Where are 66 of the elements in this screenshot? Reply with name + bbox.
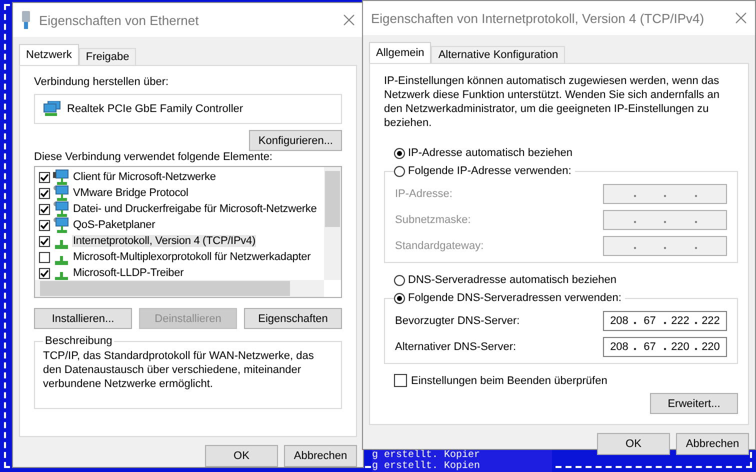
radio-label: Folgende IP-Adresse verwenden: bbox=[408, 165, 572, 177]
dialog-button[interactable]: OK bbox=[205, 445, 278, 467]
close-icon[interactable] bbox=[735, 12, 747, 24]
dialog-button[interactable]: Abbrechen bbox=[676, 433, 749, 455]
radio-button[interactable] bbox=[394, 166, 405, 176]
list-item[interactable]: Internetprotokoll, Version 4 (TCP/IPv4) bbox=[72, 235, 256, 247]
field-label: Standardgateway: bbox=[395, 240, 484, 252]
checkbox[interactable] bbox=[39, 188, 50, 198]
network-adapter-icon bbox=[43, 101, 61, 117]
checkbox[interactable] bbox=[39, 172, 50, 182]
tab[interactable]: Netzwerk bbox=[19, 44, 79, 65]
checkbox-label: Einstellungen beim Beenden überprüfen bbox=[411, 374, 608, 386]
checkbox[interactable] bbox=[39, 252, 50, 262]
console-text: g erstellt. Kopien bbox=[372, 461, 482, 472]
action-button[interactable]: Installieren... bbox=[34, 308, 132, 329]
field-label: IP-Adresse: bbox=[395, 188, 452, 200]
list-item[interactable]: Microsoft-LLDP-Treiber bbox=[72, 267, 185, 279]
tab[interactable]: Alternative Konfiguration bbox=[431, 46, 566, 63]
list-item[interactable]: Datei- und Druckerfreigabe für Microsoft-Netzwerke bbox=[72, 203, 318, 215]
radio-label: Folgende DNS-Serveradressen verwenden: bbox=[408, 292, 622, 304]
checkbox[interactable] bbox=[39, 204, 50, 214]
radio-label: DNS-Serveradresse automatisch beziehen bbox=[408, 274, 616, 286]
adapter-name: Realtek PCIe GbE Family Controller bbox=[67, 103, 244, 115]
ip-address-field[interactable]: 208 67 222 222 bbox=[603, 311, 727, 331]
list-item[interactable]: QoS-Paketplaner bbox=[72, 219, 156, 231]
action-button[interactable]: Eigenschaften bbox=[244, 308, 342, 329]
field-label: Alternativer DNS-Server: bbox=[395, 341, 516, 353]
vertical-scrollbar[interactable] bbox=[324, 167, 341, 280]
radio-label: IP-Adresse automatisch beziehen bbox=[408, 147, 572, 159]
section-label: Verbindung herstellen über: bbox=[34, 76, 170, 88]
radio-button[interactable] bbox=[394, 274, 405, 286]
intro-text: IP-Einstellungen können automatisch zugewiesen werden, wenn das Netzwerk diese Funktion unterstützt. Wenden Sie sich andernfalls an den Netzwerkadministrator, um die geeigneten IP-Einstellungen zu beziehen. bbox=[384, 74, 720, 130]
tab[interactable]: Allgemein bbox=[369, 42, 432, 63]
field-label: Bevorzugter DNS-Server: bbox=[395, 315, 520, 327]
description-text: TCP/IP, das Standardprotokoll für WAN-Netzwerke, das den Datenaustausch über verschiedene, miteinander verbundene Netzwerke ermöglicht. bbox=[43, 349, 315, 391]
checkbox[interactable] bbox=[39, 268, 50, 278]
configure-button[interactable]: Konfigurieren... bbox=[249, 130, 342, 151]
close-icon[interactable] bbox=[343, 14, 355, 26]
list-item[interactable]: Client für Microsoft-Netzwerke bbox=[72, 171, 217, 183]
network-service-icon bbox=[53, 185, 69, 201]
network-client-icon bbox=[53, 169, 69, 185]
window-title: Eigenschaften von Ethernet bbox=[39, 12, 200, 28]
section-label: Diese Verbindung verwendet folgende Elemente: bbox=[34, 151, 274, 163]
protocol-icon bbox=[54, 256, 68, 265]
dialog-button[interactable]: OK bbox=[597, 433, 670, 455]
field-label: Subnetzmaske: bbox=[395, 214, 471, 226]
radio-button[interactable] bbox=[394, 292, 405, 304]
console-text: g erstellt. Kopier bbox=[372, 450, 482, 461]
radio-button[interactable] bbox=[394, 148, 405, 158]
list-item[interactable]: Microsoft-Multiplexorprotokoll für Netzwerkadapter bbox=[72, 251, 312, 263]
ethernet-cable-icon bbox=[21, 11, 31, 29]
ip-address-field[interactable]: 208 67 220 220 bbox=[603, 337, 727, 357]
group-legend: Beschreibung bbox=[43, 335, 114, 347]
checkbox[interactable] bbox=[39, 236, 50, 246]
protocol-icon bbox=[54, 272, 68, 280]
protocol-icon bbox=[54, 240, 68, 249]
tab[interactable]: Freigabe bbox=[78, 48, 136, 65]
list-item[interactable]: VMware Bridge Protocol bbox=[72, 187, 190, 199]
network-service-icon bbox=[53, 217, 69, 233]
horizontal-scrollbar[interactable] bbox=[35, 280, 324, 297]
window-title: Eigenschaften von Internetprotokoll, Version 4 (TCP/IPv4) bbox=[371, 10, 706, 26]
advanced-button[interactable]: Erweitert... bbox=[650, 393, 738, 414]
checkbox[interactable] bbox=[394, 374, 407, 387]
dialog-button[interactable]: Abbrechen bbox=[284, 445, 357, 467]
checkbox[interactable] bbox=[39, 220, 50, 230]
network-service-icon bbox=[53, 201, 69, 217]
